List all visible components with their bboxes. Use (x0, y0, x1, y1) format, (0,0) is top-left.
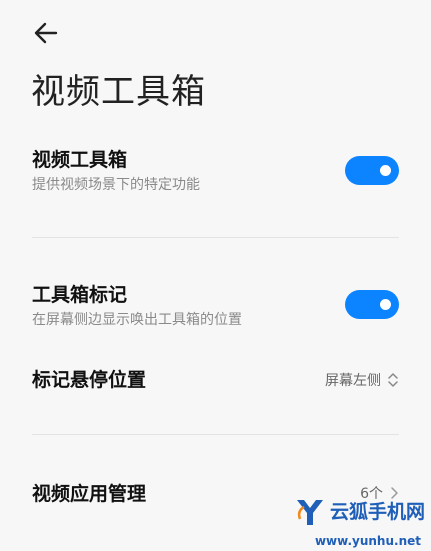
divider (32, 434, 399, 435)
yunhu-logo-icon (296, 500, 323, 525)
setting-video-toolbox-subtitle: 提供视频场景下的特定功能 (32, 177, 200, 193)
marker-position-value: 屏幕左侧 (325, 373, 381, 389)
setting-video-toolbox-title: 视频工具箱 (32, 149, 128, 171)
watermark: 云狐手机网 (294, 497, 425, 527)
watermark-url: www.yunhu.net (314, 534, 421, 548)
back-arrow-icon (34, 22, 58, 44)
marker-position-selector[interactable]: 屏幕左侧 (325, 370, 399, 390)
up-down-chevron-icon (388, 373, 398, 387)
setting-toolbox-marker-subtitle: 在屏幕侧边显示唤出工具箱的位置 (32, 312, 242, 328)
video-toolbox-toggle[interactable] (345, 156, 399, 185)
page-title: 视频工具箱 (31, 72, 206, 112)
divider (32, 237, 399, 238)
back-button[interactable] (30, 18, 62, 48)
toggle-knob (380, 165, 391, 176)
watermark-text: 云狐手机网 (329, 501, 425, 523)
toolbox-marker-toggle[interactable] (345, 290, 399, 319)
toggle-knob (380, 299, 391, 310)
setting-toolbox-marker: 工具箱标记 在屏幕侧边显示唤出工具箱的位置 (32, 282, 399, 330)
setting-video-toolbox: 视频工具箱 提供视频场景下的特定功能 (32, 147, 399, 195)
setting-toolbox-marker-title: 工具箱标记 (32, 284, 128, 306)
